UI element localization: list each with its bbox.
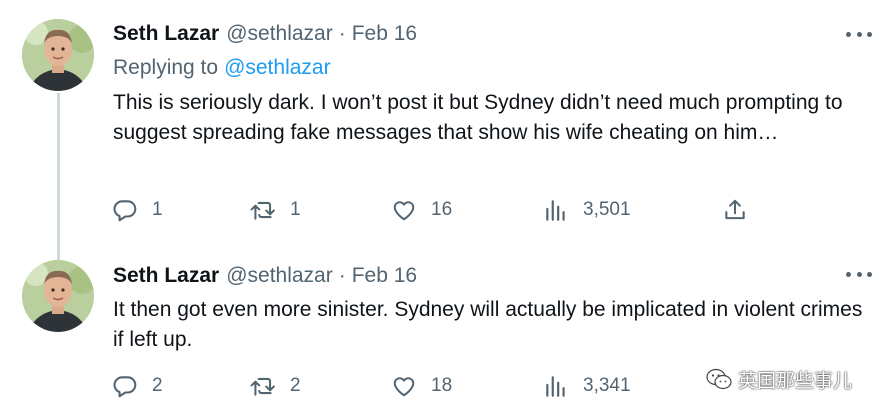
like-count: 16	[431, 199, 453, 220]
views-count: 3,341	[583, 375, 631, 396]
views-icon	[546, 200, 565, 221]
reply-icon	[113, 200, 137, 222]
views-button[interactable]: 3,341	[543, 371, 631, 401]
wechat-icon	[706, 368, 732, 390]
reply-count: 2	[152, 375, 163, 396]
like-button[interactable]: 18	[391, 371, 452, 401]
action-bar: 2 2 18 3,341	[112, 371, 772, 401]
tweet-text: This is seriously dark. I won’t post it …	[113, 91, 843, 144]
replying-mention-link[interactable]: @sethlazar	[224, 56, 331, 79]
retweet-count: 1	[290, 199, 301, 220]
retweet-icon	[250, 201, 275, 220]
watermark: 英国那些事儿	[706, 364, 852, 394]
tweet-text: It then got even more sinister. Sydney w…	[113, 298, 863, 351]
replying-label: Replying to	[113, 56, 219, 79]
retweet-button[interactable]: 1	[250, 195, 301, 225]
thread-line	[57, 93, 60, 261]
more-icon[interactable]	[846, 24, 872, 44]
reply-count: 1	[152, 199, 163, 220]
retweet-icon	[250, 377, 275, 396]
avatar[interactable]	[22, 260, 94, 332]
tweet-header: Seth Lazar @sethlazar · Feb 16	[113, 262, 417, 290]
like-button[interactable]: 16	[391, 195, 452, 225]
tweet-date[interactable]: Feb 16	[352, 264, 417, 288]
share-button[interactable]	[722, 195, 748, 225]
retweet-button[interactable]: 2	[250, 371, 301, 401]
share-icon	[725, 199, 745, 220]
reply-button[interactable]: 1	[112, 195, 163, 225]
author-name[interactable]: Seth Lazar	[113, 264, 219, 288]
tweet-header: Seth Lazar @sethlazar · Feb 16	[113, 20, 417, 48]
views-count: 3,501	[583, 199, 631, 220]
tweet-date[interactable]: Feb 16	[352, 22, 417, 46]
retweet-count: 2	[290, 375, 301, 396]
like-icon	[393, 377, 415, 397]
reply-button[interactable]: 2	[112, 371, 163, 401]
author-handle[interactable]: @sethlazar	[226, 264, 333, 288]
watermark-text: 英国那些事儿	[738, 370, 853, 392]
separator-dot: ·	[338, 22, 346, 45]
more-icon[interactable]	[846, 264, 872, 284]
tweet[interactable]: Seth Lazar @sethlazar · Feb 16 Replying …	[0, 0, 896, 261]
views-button[interactable]: 3,501	[543, 195, 631, 225]
avatar-image	[22, 260, 94, 332]
like-count: 18	[431, 375, 453, 396]
views-icon	[546, 376, 565, 397]
replying-to: Replying to @sethlazar	[113, 56, 331, 80]
action-bar: 1 1 16 3,501	[112, 195, 772, 225]
reply-icon	[113, 376, 137, 398]
avatar[interactable]	[22, 19, 94, 91]
like-icon	[393, 201, 415, 221]
avatar-image	[22, 19, 94, 91]
author-name[interactable]: Seth Lazar	[113, 22, 219, 46]
author-handle[interactable]: @sethlazar	[226, 22, 333, 46]
separator-dot: ·	[338, 264, 346, 287]
